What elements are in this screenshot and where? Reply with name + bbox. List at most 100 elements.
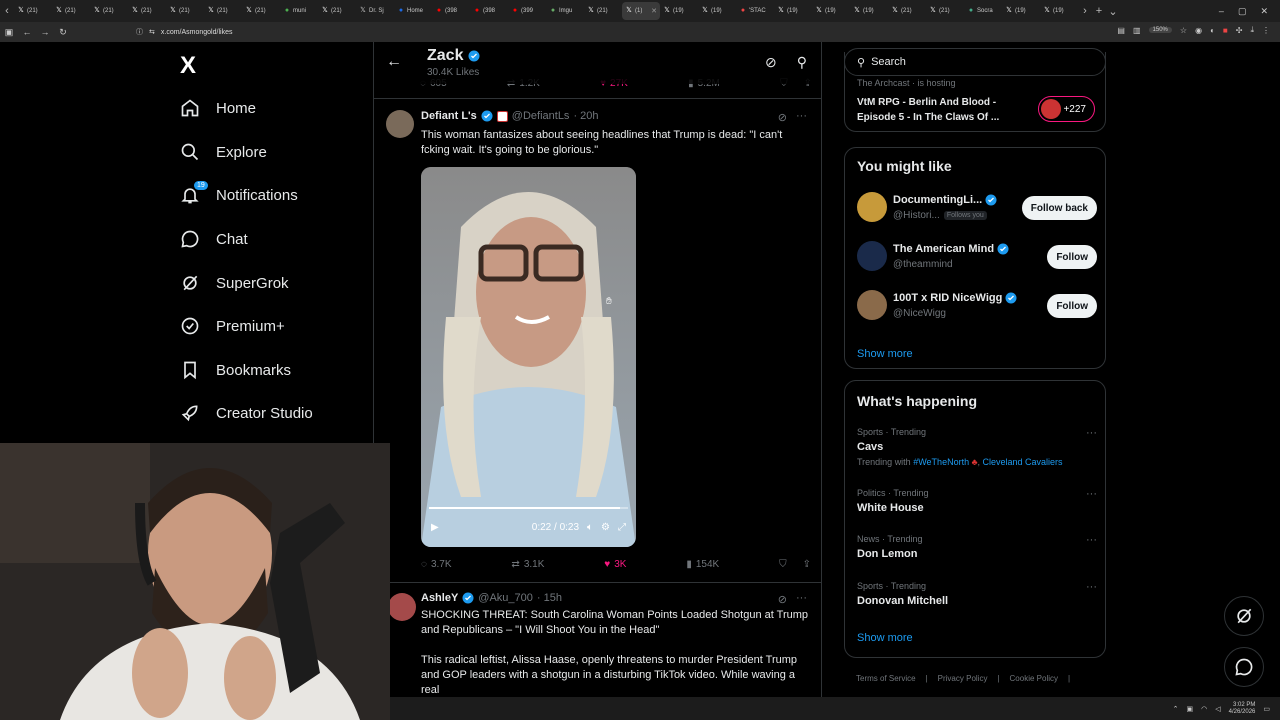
bookmark-icon[interactable]: ⛉ [779, 559, 787, 570]
nav-explore[interactable]: Explore [180, 138, 267, 166]
avatar[interactable] [857, 241, 887, 271]
nav-supergrok[interactable]: SuperGrok [180, 269, 289, 297]
browser-tab[interactable]: 𝕏 (21) [14, 2, 52, 20]
more-icon[interactable]: ··· [1086, 488, 1097, 500]
search-icon[interactable]: ⚲ [797, 54, 807, 71]
search-box[interactable]: ⚲ Search [844, 48, 1106, 76]
menu-icon[interactable]: ⋮ [1262, 26, 1270, 35]
chat-fab[interactable] [1224, 647, 1264, 687]
browser-tab[interactable]: 𝕏 (21) [888, 2, 926, 20]
views-button[interactable]: ▮ 154K [686, 559, 719, 570]
play-icon[interactable]: ▶ [431, 522, 439, 533]
show-more-link[interactable]: Show more [857, 632, 913, 644]
browser-tab[interactable]: 𝕏 (21) [926, 2, 964, 20]
avatar[interactable] [857, 290, 887, 320]
browser-tab[interactable]: 𝕏 (21) [584, 2, 622, 20]
nav-creator-studio[interactable]: Creator Studio [180, 399, 313, 427]
avatar[interactable] [388, 593, 416, 621]
author-name[interactable]: AshleY [421, 592, 458, 604]
trend-link[interactable]: #WeTheNorth [913, 457, 969, 467]
close-tab-icon[interactable]: ✕ [651, 7, 657, 15]
browser-tab[interactable]: 𝕏 (19) [1040, 2, 1078, 20]
browser-tab[interactable]: 𝕏 (1) ✕ [622, 2, 660, 20]
browser-tab[interactable]: 𝕏 (21) [52, 2, 90, 20]
show-more-link[interactable]: Show more [857, 348, 913, 360]
browser-tab[interactable]: 𝕏 (21) [166, 2, 204, 20]
notification-center-icon[interactable]: ▭ [1263, 705, 1270, 713]
grok-fab[interactable] [1224, 596, 1264, 636]
browser-tab[interactable]: ● 'STAC [736, 2, 774, 20]
repost-button[interactable]: ⇄ 3.1K [511, 559, 544, 570]
clock[interactable]: 3:02 PM 4/26/2026 [1229, 702, 1256, 716]
back-nav-icon[interactable]: ← [18, 27, 36, 37]
author-handle[interactable]: @DefiantLs [512, 110, 570, 122]
browser-tab[interactable]: 𝕏 (21) [242, 2, 280, 20]
x-logo[interactable]: X [180, 52, 208, 80]
trend-item[interactable]: Sports · Trending Donovan Mitchell ··· [857, 581, 1097, 607]
grok-icon[interactable]: ⊘ [765, 54, 777, 71]
suggested-account[interactable]: The American Mind @theammind Follow [857, 241, 1097, 281]
follow-button[interactable]: Follow [1047, 245, 1097, 269]
wifi-icon[interactable]: ◠ [1201, 705, 1207, 713]
site-info-icon[interactable]: ⓘ [136, 27, 143, 37]
avatar[interactable] [857, 192, 887, 222]
browser-tab[interactable]: ● (399 [508, 2, 546, 20]
back-arrow-icon[interactable]: ← [386, 53, 402, 71]
tab-scroll-right-icon[interactable]: › [1078, 5, 1092, 17]
browser-tab[interactable]: ● Home [394, 2, 432, 20]
settings-icon[interactable]: ⚙ [601, 522, 610, 533]
browser-tab[interactable]: 𝕏 (21) [318, 2, 356, 20]
terms-link[interactable]: Terms of Service [856, 674, 916, 683]
author-name[interactable]: Defiant L's [421, 110, 477, 122]
screenshot-icon[interactable]: ▥ [1133, 26, 1141, 35]
like-button[interactable]: ♥ 3K [604, 559, 626, 570]
volume-icon[interactable]: 🔈︎ [587, 522, 593, 533]
url-field[interactable]: ⓘ ⇆ x.com/Asmongold/likes [136, 25, 1066, 39]
browser-tab[interactable]: 𝕏 (19) [660, 2, 698, 20]
browser-tab[interactable]: 𝕏 (19) [812, 2, 850, 20]
extension-red-icon[interactable]: ■ [1223, 26, 1228, 35]
grok-explain-icon[interactable]: ⊘ [778, 593, 787, 606]
more-icon[interactable]: ··· [796, 592, 807, 604]
site-settings-icon[interactable]: ⇆ [149, 28, 155, 36]
more-icon[interactable]: ··· [1086, 427, 1097, 439]
search-input[interactable]: Search [871, 56, 906, 68]
browser-tab[interactable]: ● (398 [432, 2, 470, 20]
favorite-star-icon[interactable]: ☆ [1180, 26, 1187, 35]
avatar[interactable] [386, 110, 414, 138]
browser-tab[interactable]: 𝕏 (19) [1002, 2, 1040, 20]
nav-home[interactable]: Home [180, 94, 256, 122]
reader-icon[interactable]: ▤ [1117, 26, 1125, 35]
tweet-time[interactable]: · 15h [537, 592, 562, 604]
tab-scroll-left-icon[interactable]: ‹ [0, 5, 14, 17]
cookie-link[interactable]: Cookie Policy [1010, 674, 1058, 683]
browser-tab[interactable]: ● Imgu [546, 2, 584, 20]
trend-item[interactable]: Politics · Trending White House ··· [857, 488, 1097, 514]
share-icon[interactable]: ⇪ [803, 559, 811, 570]
reply-button[interactable]: ◌ 3.7K [421, 559, 452, 570]
reload-icon[interactable]: ↻ [54, 27, 72, 38]
browser-tab[interactable]: 𝕏 (21) [128, 2, 166, 20]
more-icon[interactable]: ··· [1086, 581, 1097, 593]
new-tab-icon[interactable]: + [1092, 5, 1106, 17]
suggested-account[interactable]: 100T x RID NiceWigg @NiceWigg Follow [857, 290, 1097, 330]
tab-list-dropdown-icon[interactable]: ⌄ [1106, 5, 1120, 18]
browser-tab[interactable]: 𝕏 Dr. Sj [356, 2, 394, 20]
nav-premium[interactable]: Premium+ [180, 312, 285, 340]
nav-bookmarks[interactable]: Bookmarks [180, 356, 291, 384]
follow-button[interactable]: Follow [1047, 294, 1097, 318]
more-icon[interactable]: ··· [1086, 534, 1097, 546]
extension-icon[interactable]: ◐ [1210, 26, 1215, 35]
sidebar-toggle-icon[interactable]: ▣ [0, 27, 18, 38]
maximize-icon[interactable]: ▢ [1238, 6, 1247, 17]
browser-tab[interactable]: ● Socra [964, 2, 1002, 20]
browser-tab[interactable]: 𝕏 (21) [90, 2, 128, 20]
listener-count[interactable]: +227 [1038, 96, 1095, 122]
more-icon[interactable]: ··· [796, 110, 807, 122]
follow-back-button[interactable]: Follow back [1021, 196, 1097, 220]
network-icon[interactable]: ▣ [1187, 705, 1194, 713]
nav-notifications[interactable]: 19 Notifications [180, 181, 298, 209]
tray-chevron-icon[interactable]: ⌃ [1173, 705, 1179, 713]
browser-tab[interactable]: ● muni [280, 2, 318, 20]
grok-explain-icon[interactable]: ⊘ [778, 111, 787, 124]
